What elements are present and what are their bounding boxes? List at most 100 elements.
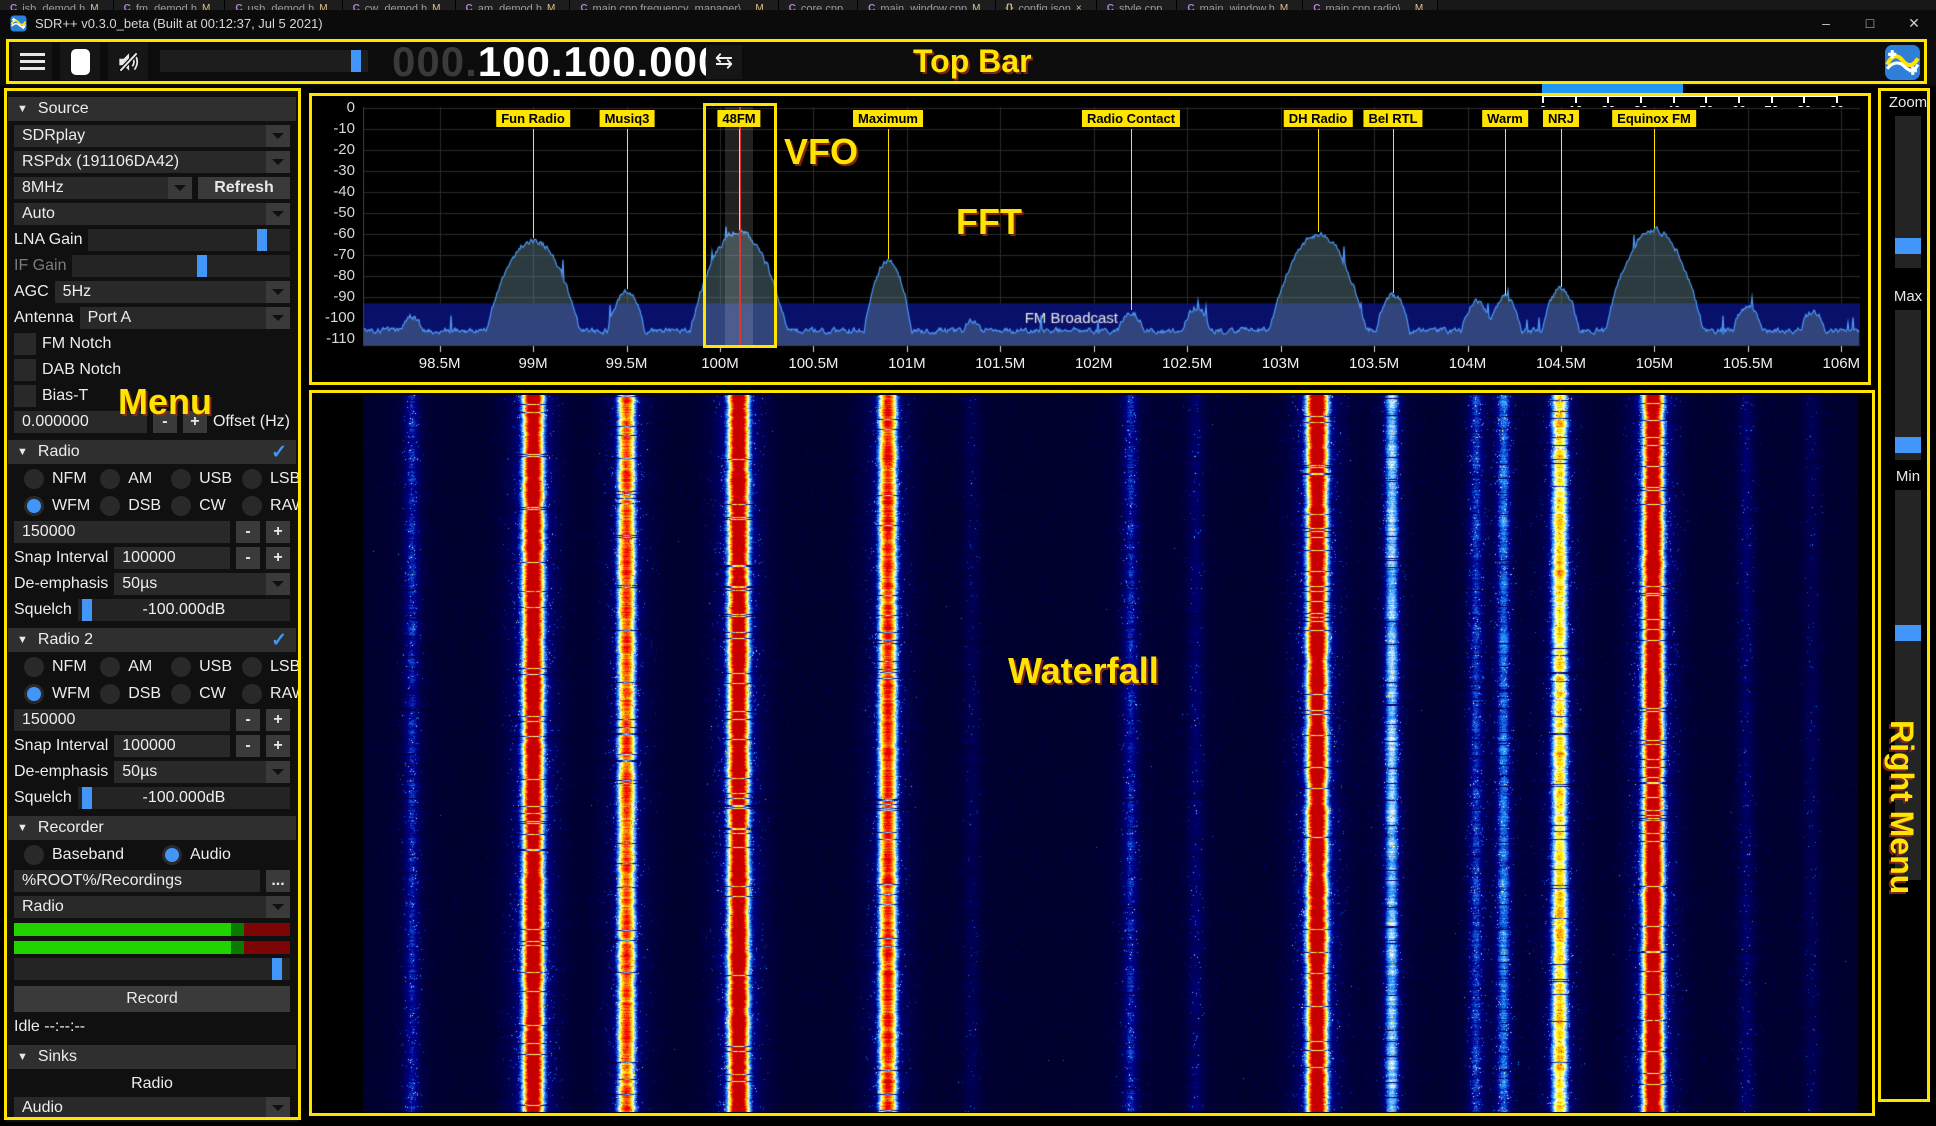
menu-toggle-button[interactable] xyxy=(12,43,52,80)
mode-option-audio[interactable]: Audio xyxy=(152,844,290,866)
radio1-snap-input[interactable]: 100000 xyxy=(114,547,230,569)
mode-option-usb[interactable]: USB xyxy=(161,656,232,678)
editor-tab[interactable]: Cam_demod.hM xyxy=(456,0,571,10)
collapse-triangle-icon: ▼ xyxy=(17,822,28,834)
mode-option-dsb[interactable]: DSB xyxy=(90,495,161,517)
max-slider[interactable] xyxy=(1895,310,1921,460)
snap-minus-button[interactable]: - xyxy=(236,547,260,569)
chevron-down-icon xyxy=(266,151,290,173)
section-header-sinks[interactable]: ▼ Sinks xyxy=(8,1045,296,1069)
minimize-button[interactable]: – xyxy=(1804,10,1848,37)
editor-tab[interactable]: Ccore.cpp xyxy=(779,0,858,10)
editor-tab[interactable]: Cmain_window.cppM xyxy=(858,0,995,10)
radio1-bandwidth-input[interactable]: 150000 xyxy=(14,521,230,543)
recorder-volume-slider[interactable] xyxy=(14,958,290,980)
mode-option-usb[interactable]: USB xyxy=(161,468,232,490)
refresh-button[interactable]: Refresh xyxy=(198,177,290,199)
section-header-source[interactable]: ▼ Source xyxy=(8,97,296,121)
agc-mode-select[interactable]: Auto xyxy=(14,203,290,225)
radio1-deemphasis-select[interactable]: 50µs xyxy=(114,573,290,595)
radio2-bandwidth-input[interactable]: 150000 xyxy=(14,709,230,731)
radio-circle xyxy=(242,496,262,516)
editor-tab[interactable]: {}config.json× xyxy=(996,0,1097,10)
zoom-slider[interactable] xyxy=(1895,116,1921,268)
waterfall-canvas[interactable] xyxy=(363,395,1858,1112)
tuning-mode-button[interactable]: ⇆ xyxy=(706,45,742,79)
mode-option-wfm[interactable]: WFM xyxy=(14,683,90,705)
snap-minus-button[interactable]: - xyxy=(236,735,260,757)
bandwidth-minus-button[interactable]: - xyxy=(236,709,260,731)
agc-rate-select[interactable]: 5Hz xyxy=(55,281,290,303)
fft-db-label: -110 xyxy=(303,330,355,347)
mode-option-am[interactable]: AM xyxy=(90,656,161,678)
source-driver-select[interactable]: SDRplay xyxy=(14,125,290,147)
editor-tabstrip: Cisb_demod.hMCfm_demod.hMCusb_demod.hMCc… xyxy=(0,0,1936,10)
tab-badge: M xyxy=(1280,3,1288,10)
section-header-radio[interactable]: ▼ Radio ✓ xyxy=(8,440,296,464)
bandwidth-minus-button[interactable]: - xyxy=(236,521,260,543)
lna-gain-slider[interactable] xyxy=(88,229,290,251)
mode-option-cw[interactable]: CW xyxy=(161,495,232,517)
module-enabled-check-icon[interactable]: ✓ xyxy=(271,629,287,652)
volume-slider[interactable] xyxy=(160,50,368,72)
fm-notch-checkbox[interactable] xyxy=(14,333,36,355)
mode-option-lsb[interactable]: LSB xyxy=(232,468,298,490)
mode-option-cw[interactable]: CW xyxy=(161,683,232,705)
editor-tab[interactable]: Cmain.cpp radio\...M xyxy=(1303,0,1438,10)
snap-plus-button[interactable]: + xyxy=(266,547,290,569)
section-header-radio2[interactable]: ▼ Radio 2 ✓ xyxy=(8,628,296,652)
mute-button[interactable] xyxy=(108,43,148,80)
editor-tab[interactable]: Cfm_demod.hM xyxy=(114,0,226,10)
bandwidth-plus-button[interactable]: + xyxy=(266,709,290,731)
mode-option-am[interactable]: AM xyxy=(90,468,161,490)
dab-notch-checkbox[interactable] xyxy=(14,359,36,381)
mode-option-raw[interactable]: RAW xyxy=(232,683,298,705)
fft-canvas[interactable] xyxy=(363,107,1860,357)
radio-circle xyxy=(100,496,120,516)
radio1-squelch-slider[interactable]: -100.000dB xyxy=(78,599,290,621)
sink-type-select[interactable]: Audio xyxy=(14,1097,290,1119)
snap-plus-button[interactable]: + xyxy=(266,735,290,757)
left-menu: ▼ Source SDRplay RSPdx (191106DA42) 8MHz… xyxy=(6,90,298,1122)
editor-tab[interactable]: Cmain_window.hM xyxy=(1177,0,1303,10)
recording-path-input[interactable]: %ROOT%/Recordings xyxy=(14,870,260,892)
radio2-deemphasis-select[interactable]: 50µs xyxy=(114,761,290,783)
mode-option-dsb[interactable]: DSB xyxy=(90,683,161,705)
editor-tab[interactable]: Cusb_demod.hM xyxy=(225,0,342,10)
sample-rate-select[interactable]: 8MHz xyxy=(14,177,192,199)
close-button[interactable]: ✕ xyxy=(1892,10,1936,37)
module-enabled-check-icon[interactable]: ✓ xyxy=(271,441,287,464)
mode-option-nfm[interactable]: NFM xyxy=(14,656,90,678)
recorder-stream-select[interactable]: Radio xyxy=(14,896,290,918)
antenna-select[interactable]: Port A xyxy=(80,307,290,329)
min-slider[interactable] xyxy=(1895,490,1921,880)
offset-input[interactable]: 0.000000 xyxy=(14,411,147,433)
source-device-select[interactable]: RSPdx (191106DA42) xyxy=(14,151,290,173)
offset-plus-button[interactable]: + xyxy=(183,411,207,433)
radio2-snap-input[interactable]: 100000 xyxy=(114,735,230,757)
mode-option-raw[interactable]: RAW xyxy=(232,495,298,517)
fft-freq-label: 104.5M xyxy=(1526,355,1596,372)
stop-button[interactable] xyxy=(60,43,100,80)
offset-minus-button[interactable]: - xyxy=(153,411,177,433)
volume-slider-handle[interactable] xyxy=(351,50,361,72)
maximize-button[interactable]: □ xyxy=(1848,10,1892,37)
bias-t-checkbox[interactable] xyxy=(14,385,36,407)
bandwidth-plus-button[interactable]: + xyxy=(266,521,290,543)
browse-button[interactable]: ... xyxy=(266,870,290,892)
editor-tab[interactable]: Ccw_demod.hM xyxy=(343,0,456,10)
editor-tab[interactable]: Cstyle.cpp xyxy=(1097,0,1178,10)
record-button[interactable]: Record xyxy=(14,986,290,1012)
mode-option-lsb[interactable]: LSB xyxy=(232,656,298,678)
section-header-recorder[interactable]: ▼ Recorder xyxy=(8,816,296,840)
file-icon: C xyxy=(10,3,17,10)
frequency-display[interactable]: 000.100.100.000 xyxy=(392,38,722,86)
mode-option-nfm[interactable]: NFM xyxy=(14,468,90,490)
radio2-squelch-slider[interactable]: -100.000dB xyxy=(78,787,290,809)
editor-tab[interactable]: Cmain.cpp frequency_manager\...M xyxy=(570,0,778,10)
mode-option-baseband[interactable]: Baseband xyxy=(14,844,152,866)
editor-tab[interactable]: Cisb_demod.hM xyxy=(0,0,114,10)
mode-option-wfm[interactable]: WFM xyxy=(14,495,90,517)
file-icon: C xyxy=(868,3,875,10)
if-gain-slider[interactable] xyxy=(72,255,290,277)
